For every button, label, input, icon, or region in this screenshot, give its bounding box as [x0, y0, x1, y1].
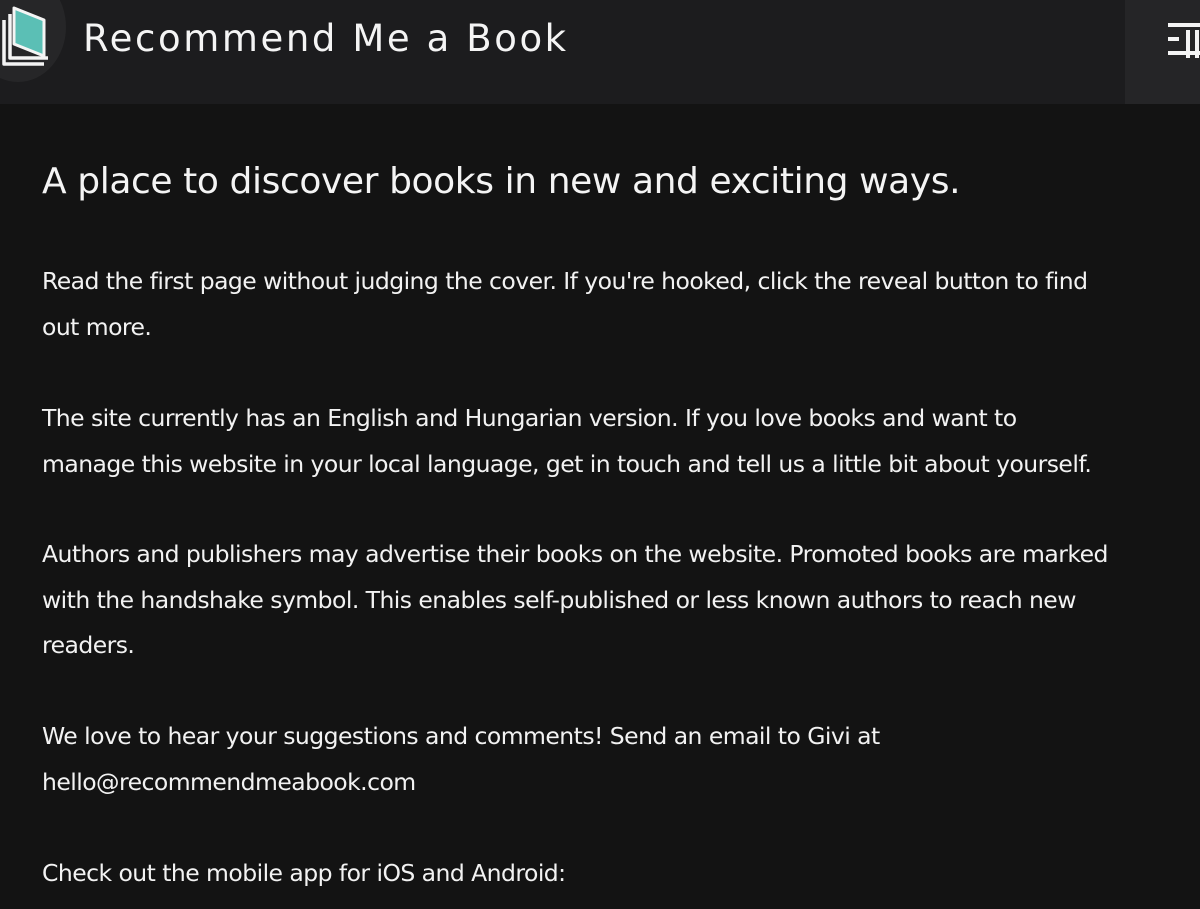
paragraph-line: readers.: [42, 631, 135, 659]
paragraph-line: out more.: [42, 312, 152, 341]
paragraph-line: Read the first page without judging the …: [42, 267, 1088, 295]
site-title[interactable]: Recommend Me a Book: [83, 14, 569, 64]
site-header: Recommend Me a Book: [0, 0, 1200, 104]
paragraph-line: Check out the mobile app for iOS and And…: [42, 859, 566, 887]
hamburger-menu-icon[interactable]: [1165, 20, 1200, 58]
paragraph-line: manage this website in your local langua…: [42, 449, 1092, 478]
paragraph-line: The site currently has an English and Hu…: [42, 404, 1017, 432]
book-logo-icon[interactable]: [0, 6, 50, 66]
paragraph-line: We love to hear your suggestions and com…: [42, 722, 880, 750]
mobile-app-paragraph: Check out the mobile app for iOS and And…: [42, 851, 1192, 897]
menu-button[interactable]: [1125, 0, 1200, 104]
paragraph-line: with the handshake symbol. This enables …: [42, 585, 1076, 614]
advertising-paragraph: Authors and publishers may advertise the…: [42, 532, 1192, 669]
contact-email-link[interactable]: hello@recommendmeabook.com: [42, 760, 1192, 806]
contact-paragraph: We love to hear your suggestions and com…: [42, 714, 1192, 805]
page-headline: A place to discover books in new and exc…: [42, 161, 961, 202]
languages-paragraph: The site currently has an English and Hu…: [42, 396, 1192, 487]
paragraph-line: Authors and publishers may advertise the…: [42, 540, 1108, 568]
intro-paragraph: Read the first page without judging the …: [42, 259, 1192, 350]
